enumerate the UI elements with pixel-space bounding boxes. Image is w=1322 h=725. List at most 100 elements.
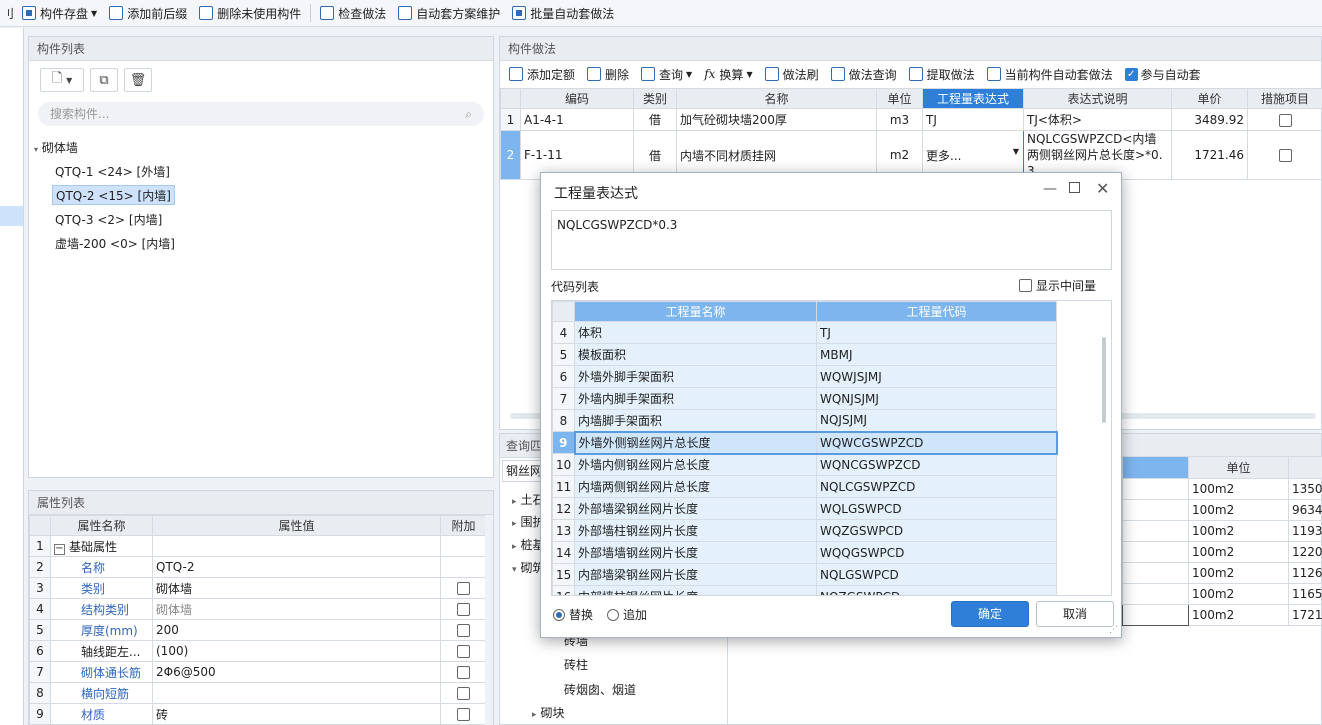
code-list-scrollbar[interactable] [1102, 337, 1106, 423]
method-toolbar-item[interactable]: 做法刷 [759, 63, 825, 85]
code-name-cell[interactable]: 外部墙梁钢丝网片长度 [574, 497, 817, 520]
property-extra[interactable] [440, 535, 487, 557]
property-extra[interactable] [440, 661, 487, 683]
code-value-cell[interactable]: WQWCGSWPZCD [816, 430, 1058, 455]
method-measure-cell[interactable] [1247, 108, 1322, 131]
code-value-cell[interactable]: WQLGSWPCD [816, 497, 1057, 520]
replace-option[interactable]: 替换 [553, 606, 593, 623]
code-name-cell[interactable]: 模板面积 [574, 343, 817, 366]
measure-checkbox[interactable] [1278, 113, 1292, 127]
property-row[interactable]: 1− 基础属性 [29, 535, 487, 557]
code-value-cell[interactable]: WQQGSWPCD [816, 541, 1057, 564]
resize-grip-icon[interactable]: ⋰ [1109, 625, 1118, 635]
query-row[interactable]: 100m211933 [1122, 520, 1322, 542]
property-row[interactable]: 5 厚度(mm) 200 [29, 619, 487, 641]
property-row[interactable]: 2 名称 QTQ-2 [29, 556, 487, 578]
property-value[interactable]: 砌体墙 [152, 577, 441, 599]
method-toolbar-item[interactable]: ✓ 参与自动套 [1119, 63, 1207, 85]
query-row[interactable]: 100m29634.0 [1122, 499, 1322, 521]
measure-checkbox[interactable] [1278, 149, 1292, 162]
code-name-cell[interactable]: 体积 [574, 321, 817, 344]
tree-group-masonry[interactable]: ▾ 砌体墙 [34, 138, 78, 158]
property-value[interactable]: QTQ-2 [152, 556, 441, 578]
method-desc-cell[interactable]: TJ<体积> [1023, 108, 1172, 131]
new-component-button[interactable]: 🗋 ▼ [40, 68, 84, 92]
method-toolbar-item[interactable]: 提取做法 [903, 63, 981, 85]
method-price-cell[interactable]: 3489.92 [1171, 108, 1248, 131]
code-value-cell[interactable]: TJ [816, 321, 1057, 344]
checked-checkbox-icon[interactable]: ✓ [1124, 67, 1138, 81]
query-row[interactable]: 100m211658 [1122, 583, 1322, 605]
code-value-cell[interactable]: NQJSJMJ [816, 409, 1057, 432]
code-row[interactable]: 4 体积 TJ [552, 321, 1057, 344]
method-toolbar-item[interactable]: 查询 ▼ [635, 63, 698, 85]
code-name-cell[interactable]: 外墙内侧钢丝网片总长度 [574, 453, 817, 476]
check-method-button[interactable]: 检查做法 [314, 2, 392, 24]
code-name-cell[interactable]: 内部墙梁钢丝网片长度 [574, 563, 817, 586]
property-extra[interactable] [440, 640, 487, 662]
code-row[interactable]: 12 外部墙梁钢丝网片长度 WQLGSWPCD [552, 497, 1057, 520]
extra-checkbox[interactable] [457, 645, 470, 658]
code-name-cell[interactable]: 内墙两侧钢丝网片总长度 [574, 475, 817, 498]
append-option[interactable]: 追加 [607, 606, 647, 623]
code-row[interactable]: 10 外墙内侧钢丝网片总长度 WQNCGSWPZCD [552, 453, 1057, 476]
code-name-cell[interactable]: 外墙内脚手架面积 [574, 387, 817, 410]
code-row[interactable]: 15 内部墙梁钢丝网片长度 NQLGSWPCD [552, 563, 1057, 586]
ok-button[interactable]: 确定 [951, 601, 1029, 627]
save-component-button[interactable]: 构件存盘 ▼ [16, 2, 103, 24]
method-price-cell[interactable]: 1721.46 [1171, 130, 1248, 180]
code-row[interactable]: 8 内墙脚手架面积 NQJSJMJ [552, 409, 1057, 432]
collapse-box-icon[interactable]: − [54, 543, 65, 555]
method-toolbar-item[interactable]: 删除 [581, 63, 635, 85]
property-row[interactable]: 7 砌体通长筋 2Φ6@500 [29, 661, 487, 683]
property-row[interactable]: 4 结构类别 砌体墙 [29, 598, 487, 620]
code-value-cell[interactable]: NQLCGSWPZCD [816, 475, 1057, 498]
auto-scheme-button[interactable]: 自动套方案维护 [392, 2, 506, 24]
code-name-cell[interactable]: 外墙外脚手架面积 [574, 365, 817, 388]
extra-checkbox[interactable] [457, 582, 470, 595]
property-row[interactable]: 8 横向短筋 [29, 682, 487, 704]
code-row[interactable]: 6 外墙外脚手架面积 WQWJSJMJ [552, 365, 1057, 388]
property-row[interactable]: 3 类别 砌体墙 [29, 577, 487, 599]
extra-checkbox[interactable] [457, 687, 470, 700]
code-value-cell[interactable]: NQLGSWPCD [816, 563, 1057, 586]
close-icon[interactable]: ✕ [1096, 179, 1109, 198]
extra-checkbox[interactable] [457, 666, 470, 679]
code-name-cell[interactable]: 内墙脚手架面积 [574, 409, 817, 432]
tree-item-qtq2[interactable]: QTQ-2 <15> [内墙] [52, 185, 175, 205]
component-search-input[interactable]: 搜索构件... ⌕ [38, 102, 484, 126]
code-value-cell[interactable]: MBMJ [816, 343, 1057, 366]
code-row[interactable]: 16内部墙柱钢丝网片长度NQZGSWPCD [552, 585, 1057, 595]
method-toolbar-item[interactable]: fx 换算 ▼ [698, 63, 758, 85]
extra-checkbox[interactable] [457, 708, 470, 721]
query-row[interactable]: 100m212209 [1122, 541, 1322, 563]
property-value[interactable]: 2Φ6@500 [152, 661, 441, 683]
query-dropdown[interactable]: 钢丝网 [502, 460, 542, 482]
method-unit-cell[interactable]: m3 [876, 108, 923, 131]
cancel-button[interactable]: 取消 [1036, 601, 1114, 627]
property-value[interactable] [152, 682, 441, 704]
method-type-cell[interactable]: 借 [633, 108, 677, 131]
batch-auto-button[interactable]: 批量自动套做法 [506, 2, 620, 24]
code-row[interactable]: 11 内墙两侧钢丝网片总长度 NQLCGSWPZCD [552, 475, 1057, 498]
method-toolbar-item[interactable]: 添加定额 [503, 63, 581, 85]
code-row[interactable]: 13 外部墙柱钢丝网片长度 WQZGSWPCD [552, 519, 1057, 542]
code-name-cell[interactable]: 内部墙柱钢丝网片长度 [574, 585, 817, 595]
query-tree-item[interactable]: 砖烟囱、烟道 [564, 680, 636, 700]
code-row[interactable]: 14 外部墙墙钢丝网片长度 WQQGSWPCD [552, 541, 1057, 564]
extra-checkbox[interactable] [457, 603, 470, 616]
method-name-cell[interactable]: 加气砼砌块墙200厚 [676, 108, 877, 131]
query-row[interactable]: 100m211263 [1122, 562, 1322, 584]
property-extra[interactable] [440, 598, 487, 620]
code-value-cell[interactable]: WQWJSJMJ [816, 365, 1057, 388]
append-radio[interactable] [607, 608, 619, 621]
show-intermediate-toggle[interactable]: 显示中间量 [1019, 277, 1096, 294]
method-code-cell[interactable]: A1-4-1 [520, 108, 634, 131]
delete-unused-button[interactable]: 删除未使用构件 [193, 2, 307, 24]
method-toolbar-item[interactable]: 当前构件自动套做法 [981, 63, 1119, 85]
minimize-icon[interactable]: — [1043, 181, 1057, 197]
replace-radio[interactable] [553, 608, 565, 621]
expression-input[interactable]: NQLCGSWPZCD*0.3 [551, 210, 1112, 270]
property-row[interactable]: 9 材质 砖 [29, 703, 487, 725]
method-measure-cell[interactable] [1247, 130, 1322, 180]
